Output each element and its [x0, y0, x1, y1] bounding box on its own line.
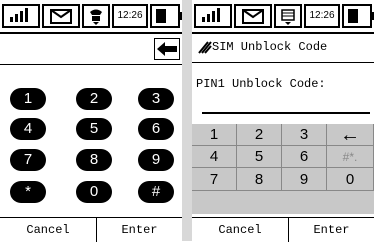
gkey-5[interactable]: 5	[237, 146, 282, 168]
key-0[interactable]: 0	[76, 181, 112, 203]
key-hash[interactable]: #	[138, 181, 174, 203]
status-bar: 12:26	[0, 0, 183, 34]
pin-unblock-input[interactable]	[202, 112, 370, 114]
backspace-icon[interactable]	[154, 38, 180, 60]
clock-time: 12:26	[304, 4, 340, 28]
key-9[interactable]: 9	[138, 149, 174, 171]
battery-icon	[150, 4, 183, 28]
key-3[interactable]: 3	[138, 88, 174, 110]
number-entry-field[interactable]	[0, 34, 182, 65]
screen-title-bar: SIM Unblock Code	[192, 34, 374, 63]
gkey-2[interactable]: 2	[237, 124, 282, 146]
key-2[interactable]: 2	[76, 88, 112, 110]
key-7[interactable]: 7	[10, 149, 46, 171]
message-envelope-icon[interactable]	[42, 4, 80, 28]
softkey-bar: Cancel Enter	[192, 217, 374, 242]
sim-card-icon	[198, 41, 212, 58]
backspace-key[interactable]: ←	[327, 124, 374, 146]
cancel-softkey[interactable]: Cancel	[192, 218, 289, 242]
gkey-7[interactable]: 7	[192, 168, 237, 191]
gkey-3[interactable]: 3	[282, 124, 327, 146]
key-star[interactable]: *	[10, 181, 46, 203]
signal-strength-icon	[194, 4, 232, 28]
cancel-softkey[interactable]: Cancel	[0, 218, 97, 242]
gkey-9[interactable]: 9	[282, 168, 327, 191]
key-5[interactable]: 5	[76, 118, 112, 140]
battery-icon	[342, 4, 374, 28]
key-6[interactable]: 6	[138, 118, 174, 140]
screen-divider	[182, 0, 192, 241]
enter-softkey[interactable]: Enter	[289, 218, 374, 242]
phone-call-icon[interactable]	[82, 4, 110, 28]
signal-strength-icon	[2, 4, 40, 28]
key-8[interactable]: 8	[76, 149, 112, 171]
right-phone-screen: 12:26 SIM Unblock Code PIN1 Unblock Code…	[192, 0, 374, 242]
message-envelope-icon[interactable]	[234, 4, 272, 28]
softkey-bar: Cancel Enter	[0, 217, 182, 242]
symbol-key[interactable]: #*.	[327, 146, 374, 168]
gkey-8[interactable]: 8	[237, 168, 282, 191]
gkey-1[interactable]: 1	[192, 124, 237, 146]
enter-softkey[interactable]: Enter	[97, 218, 182, 242]
clock-time: 12:26	[112, 4, 148, 28]
sim-lock-icon[interactable]	[274, 4, 302, 28]
numeric-keypad-grid: 1 2 3 ← 4 5 6 #*. 7 8 9 0	[192, 124, 374, 214]
gkey-0[interactable]: 0	[327, 168, 374, 191]
key-1[interactable]: 1	[10, 88, 46, 110]
page-title: SIM Unblock Code	[212, 40, 328, 54]
key-4[interactable]: 4	[10, 118, 46, 140]
gkey-6[interactable]: 6	[282, 146, 327, 168]
left-phone-screen: 12:26 1 2 3 4 5 6 7 8 9 * 0 # Cancel Ent…	[0, 0, 183, 242]
pin-unblock-label: PIN1 Unblock Code:	[196, 77, 326, 91]
status-bar: 12:26	[192, 0, 374, 34]
gkey-4[interactable]: 4	[192, 146, 237, 168]
